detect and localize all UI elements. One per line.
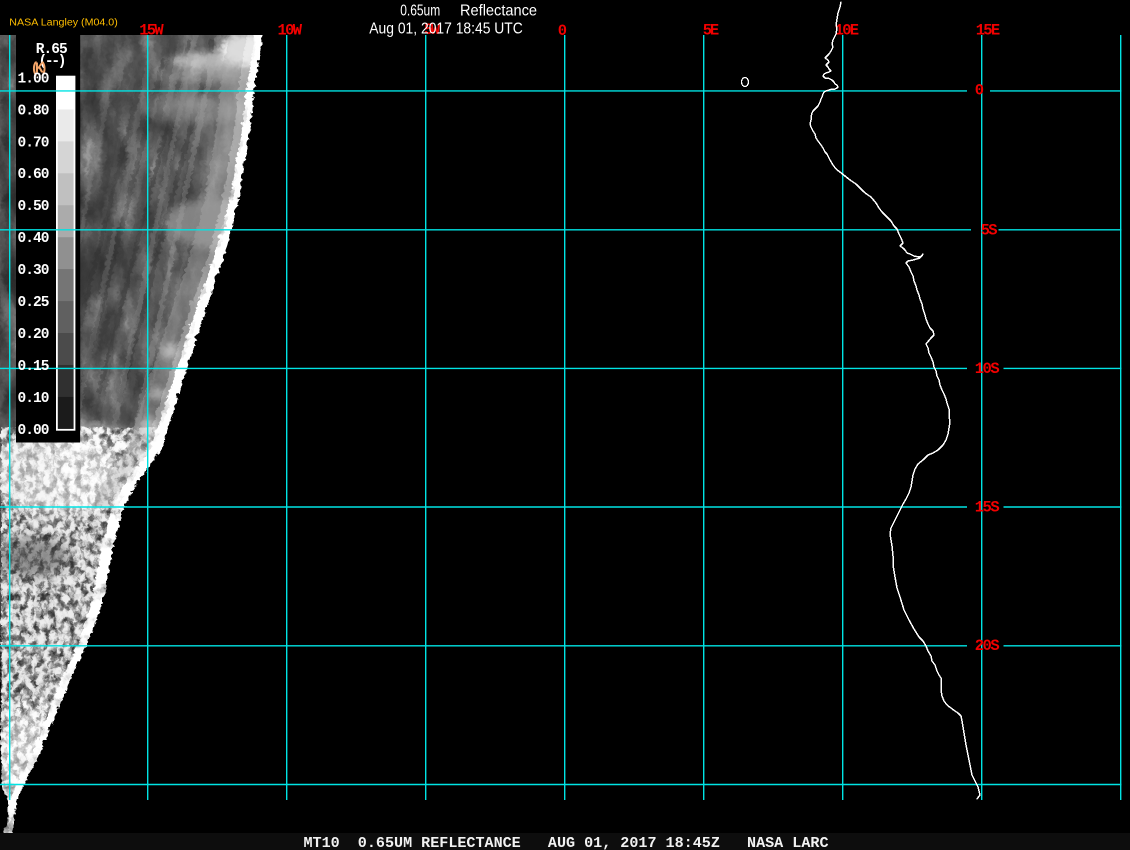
- svg-text:15W: 15W: [139, 22, 164, 40]
- svg-text:0.50: 0.50: [18, 199, 50, 215]
- svg-text:10E: 10E: [835, 22, 860, 40]
- svg-text:0: 0: [558, 22, 567, 40]
- svg-text:0.65um: 0.65um: [400, 2, 440, 19]
- svg-text:0.25: 0.25: [18, 295, 50, 311]
- svg-text:0.20: 0.20: [18, 327, 50, 343]
- svg-text:NASA Langley (M04.0): NASA Langley (M04.0): [9, 18, 117, 29]
- svg-text:15E: 15E: [976, 22, 1001, 40]
- svg-text:20S: 20S: [975, 637, 1000, 655]
- svg-text:0.00: 0.00: [18, 423, 50, 439]
- svg-text:5S: 5S: [981, 221, 998, 239]
- svg-text:Aug 01, 2017 18:45 UTC: Aug 01, 2017 18:45 UTC: [369, 20, 523, 37]
- svg-text:0.80: 0.80: [18, 103, 50, 119]
- svg-text:MT10 0.65UM REFLECTANCE AUG: MT10 0.65UM REFLECTANCE AUG 01, 2017 18:…: [304, 834, 829, 850]
- svg-text:Reflectance: Reflectance: [460, 2, 537, 19]
- svg-text:0.30: 0.30: [18, 263, 50, 279]
- svg-text:0.10: 0.10: [18, 391, 50, 407]
- svg-text:15S: 15S: [975, 498, 1000, 516]
- svg-text:10S: 10S: [975, 360, 1000, 378]
- svg-text:0: 0: [975, 81, 984, 99]
- svg-text:0.15: 0.15: [18, 359, 50, 375]
- svg-text:5E: 5E: [703, 22, 720, 40]
- svg-text:0.40: 0.40: [18, 231, 50, 247]
- svg-text:1.00: 1.00: [18, 71, 50, 87]
- svg-text:0.70: 0.70: [18, 135, 50, 151]
- svg-text:10W: 10W: [278, 22, 303, 40]
- svg-text:0.60: 0.60: [18, 167, 50, 183]
